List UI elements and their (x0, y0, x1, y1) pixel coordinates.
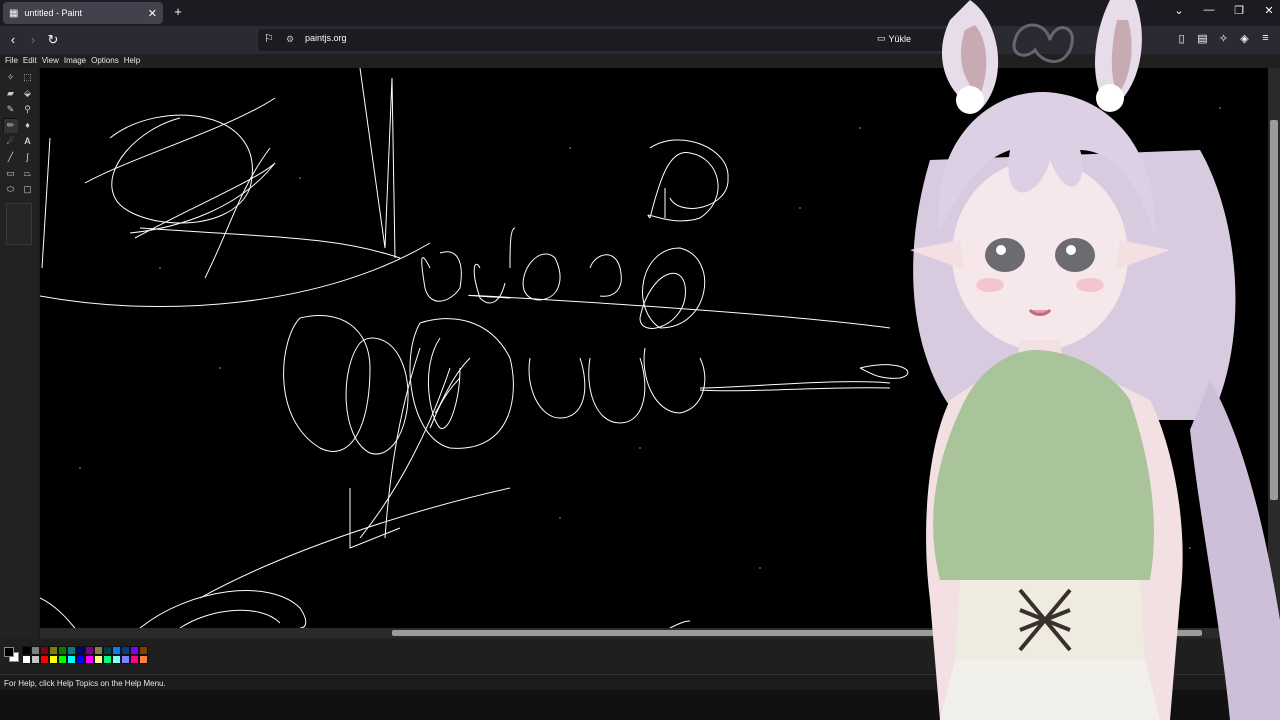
browser-tab[interactable]: ▦ untitled - Paint ✕ (3, 2, 163, 24)
brush-icon[interactable]: ♦ (20, 118, 35, 133)
rect-select-icon[interactable]: ⬚ (20, 70, 35, 85)
line-icon[interactable]: ╱ (3, 150, 18, 165)
paint-favicon-icon: ▦ (9, 7, 19, 19)
airbrush-icon[interactable]: ☄ (3, 134, 18, 149)
palette-color-swatch[interactable] (85, 655, 94, 664)
menu-file[interactable]: File (4, 54, 22, 68)
primary-color-swatch[interactable] (4, 647, 14, 657)
palette-color-swatch[interactable] (67, 646, 76, 655)
forward-button[interactable]: › (24, 31, 42, 49)
pencil-icon[interactable]: ✏ (3, 118, 18, 133)
menu-options[interactable]: Options (90, 54, 123, 68)
back-button[interactable]: ‹ (4, 31, 22, 49)
palette-color-swatch[interactable] (49, 655, 58, 664)
tool-options-box[interactable] (6, 203, 32, 245)
palette-color-swatch[interactable] (49, 646, 58, 655)
palette-color-swatch[interactable] (130, 646, 139, 655)
tab-close-icon[interactable]: ✕ (148, 7, 157, 20)
bookmark-icon[interactable]: ⚐ (264, 32, 274, 45)
toolbox: ✧ ⬚ ▰ ⬙ ✎ ⚲ ✏ ♦ ☄ A ╱ ∫ ▭ ⏢ ⬭ ▢ (0, 68, 38, 638)
url-text[interactable]: paintjs.org (305, 33, 347, 43)
status-text: For Help, click Help Topics on the Help … (4, 679, 166, 688)
palette-color-swatch[interactable] (22, 646, 31, 655)
vtuber-avatar (910, 0, 1280, 720)
palette-color-swatch[interactable] (76, 646, 85, 655)
palette-color-swatch[interactable] (76, 655, 85, 664)
text-icon[interactable]: A (20, 134, 35, 149)
fill-icon[interactable]: ⬙ (20, 86, 35, 101)
palette-color-swatch[interactable] (58, 646, 67, 655)
palette-color-swatch[interactable] (112, 646, 121, 655)
palette-color-swatch[interactable] (67, 655, 76, 664)
palette-color-swatch[interactable] (112, 655, 121, 664)
new-tab-button[interactable]: + (170, 4, 186, 22)
rectangle-icon[interactable]: ▭ (3, 166, 18, 181)
menu-view[interactable]: View (41, 54, 63, 68)
site-info-icon[interactable]: ⚙ (286, 34, 294, 45)
rounded-rect-icon[interactable]: ▢ (20, 182, 35, 197)
ellipse-icon[interactable]: ⬭ (3, 182, 18, 197)
palette-color-swatch[interactable] (31, 646, 40, 655)
color-picker-icon[interactable]: ✎ (3, 102, 18, 117)
menu-edit[interactable]: Edit (22, 54, 41, 68)
menu-image[interactable]: Image (63, 54, 90, 68)
eraser-icon[interactable]: ▰ (3, 86, 18, 101)
palette-color-swatch[interactable] (139, 655, 148, 664)
palette-color-swatch[interactable] (103, 646, 112, 655)
magnifier-icon[interactable]: ⚲ (20, 102, 35, 117)
palette-color-swatch[interactable] (58, 655, 67, 664)
palette-color-swatch[interactable] (130, 655, 139, 664)
curve-icon[interactable]: ∫ (20, 150, 35, 165)
color-palette (22, 646, 148, 664)
palette-color-swatch[interactable] (85, 646, 94, 655)
palette-color-swatch[interactable] (94, 646, 103, 655)
palette-color-swatch[interactable] (121, 655, 130, 664)
address-bar[interactable]: ⚐ ⚙ paintjs.org ▭ Yükle (258, 29, 948, 51)
polygon-icon[interactable]: ⏢ (20, 166, 35, 181)
current-colors[interactable] (3, 646, 20, 664)
tab-title: untitled - Paint (24, 8, 82, 18)
reload-button[interactable]: ↻ (44, 31, 62, 49)
free-select-icon[interactable]: ✧ (3, 70, 18, 85)
palette-color-swatch[interactable] (40, 655, 49, 664)
palette-color-swatch[interactable] (40, 646, 49, 655)
palette-color-swatch[interactable] (94, 655, 103, 664)
palette-color-swatch[interactable] (139, 646, 148, 655)
palette-color-swatch[interactable] (31, 655, 40, 664)
menu-help[interactable]: Help (123, 54, 144, 68)
palette-color-swatch[interactable] (121, 646, 130, 655)
palette-color-swatch[interactable] (103, 655, 112, 664)
palette-color-swatch[interactable] (22, 655, 31, 664)
